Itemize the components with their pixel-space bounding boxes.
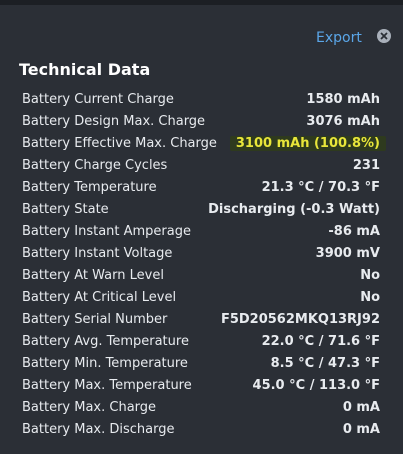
table-row: Battery Instant Voltage 3900 mV (0, 242, 403, 264)
row-label: Battery Max. Charge (22, 400, 157, 415)
row-value: -86 mA (328, 224, 380, 239)
export-link[interactable]: Export (316, 30, 362, 46)
table-row: Battery Charge Cycles 231 (0, 154, 403, 176)
table-row: Battery Avg. Temperature 22.0 °C / 71.6 … (0, 330, 403, 352)
table-row: Battery Min. Temperature 8.5 °C / 47.3 °… (0, 352, 403, 374)
row-value: No (360, 268, 380, 283)
row-label: Battery At Warn Level (22, 268, 164, 283)
table-row: Battery Serial Number F5D20562MKQ13RJ92 (0, 308, 403, 330)
row-label: Battery Instant Amperage (22, 224, 191, 239)
technical-data-panel: Export Technical Data Battery Current Ch… (0, 5, 403, 454)
row-value: 0 mA (342, 422, 380, 437)
row-label: Battery Temperature (22, 180, 157, 195)
table-row: Battery Max. Temperature 45.0 °C / 113.0… (0, 374, 403, 396)
row-value: 8.5 °C / 47.3 °F (270, 356, 380, 371)
table-row: Battery Current Charge 1580 mAh (0, 88, 403, 110)
row-value: No (360, 290, 380, 305)
page-title: Technical Data (19, 60, 151, 79)
row-label: Battery Max. Temperature (22, 378, 192, 393)
table-row: Battery At Warn Level No (0, 264, 403, 286)
row-label: Battery Serial Number (22, 312, 168, 327)
row-value: 0 mA (342, 400, 380, 415)
row-label: Battery Effective Max. Charge (22, 136, 217, 151)
table-row: Battery Max. Charge 0 mA (0, 396, 403, 418)
row-value: 3900 mV (315, 246, 380, 261)
table-row: Battery Instant Amperage -86 mA (0, 220, 403, 242)
row-label: Battery Charge Cycles (22, 158, 168, 173)
table-row: Battery Max. Discharge 0 mA (0, 418, 403, 440)
row-label: Battery State (22, 202, 109, 217)
row-label: Battery Min. Temperature (22, 356, 188, 371)
row-value: 1580 mAh (306, 92, 380, 107)
row-label: Battery Instant Voltage (22, 246, 173, 261)
highlighted-value: 3100 mAh (100.8%) (229, 136, 386, 151)
table-row: Battery Effective Max. Charge 3100 mAh (… (0, 132, 403, 154)
technical-data-list: Battery Current Charge 1580 mAh Battery … (0, 88, 403, 440)
close-icon[interactable] (377, 29, 391, 43)
row-value: 3076 mAh (306, 114, 380, 129)
row-value: F5D20562MKQ13RJ92 (220, 312, 380, 327)
row-value: 231 (352, 158, 380, 173)
row-label: Battery Avg. Temperature (22, 334, 189, 349)
row-label: Battery Max. Discharge (22, 422, 175, 437)
row-value: 22.0 °C / 71.6 °F (261, 334, 380, 349)
table-row: Battery Temperature 21.3 °C / 70.3 °F (0, 176, 403, 198)
table-row: Battery State Discharging (-0.3 Watt) (0, 198, 403, 220)
row-label: Battery Current Charge (22, 92, 174, 107)
row-value: 45.0 °C / 113.0 °F (252, 378, 380, 393)
table-row: Battery Design Max. Charge 3076 mAh (0, 110, 403, 132)
row-value: 21.3 °C / 70.3 °F (261, 180, 380, 195)
row-label: Battery Design Max. Charge (22, 114, 206, 129)
row-label: Battery At Critical Level (22, 290, 177, 305)
row-value: Discharging (-0.3 Watt) (208, 202, 380, 217)
table-row: Battery At Critical Level No (0, 286, 403, 308)
